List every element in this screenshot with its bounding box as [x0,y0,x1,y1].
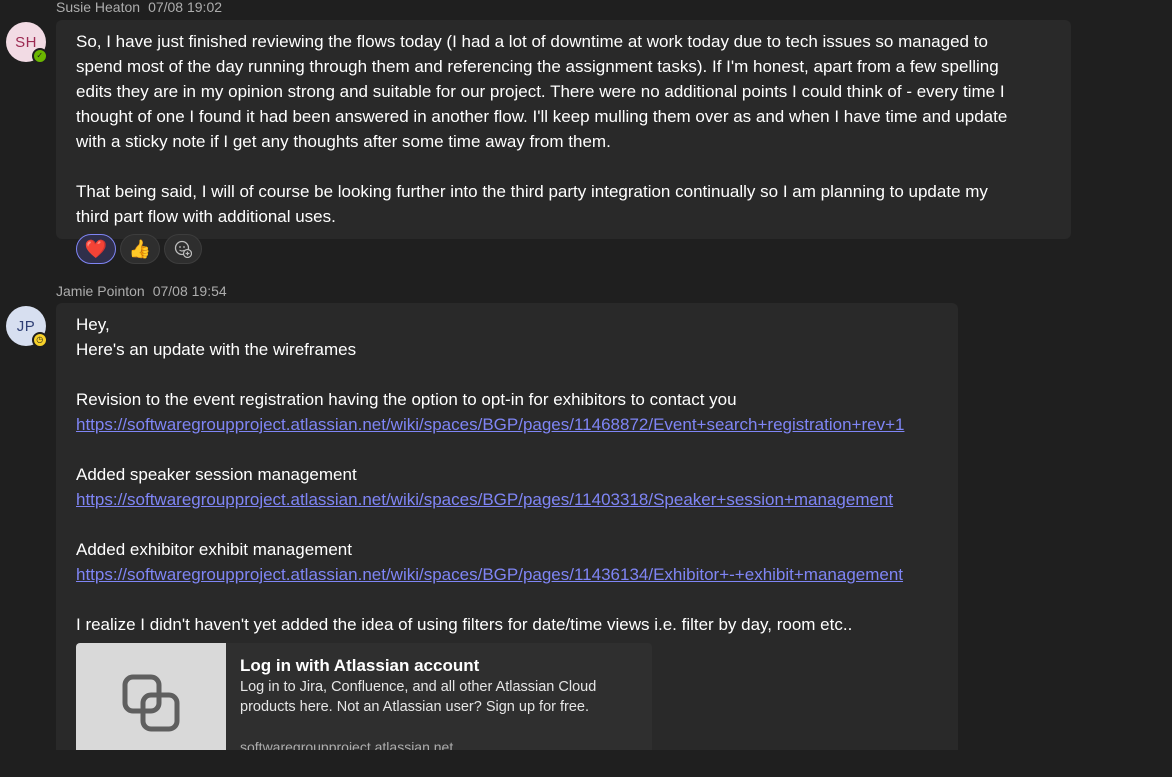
avatar-initials: JP [16,317,36,335]
link-preview-icon [122,674,180,732]
message-line: thought of one I found it had been answe… [76,107,1008,126]
thumbs-up-reaction-button[interactable]: 👍 [120,234,160,264]
heart-icon: ❤️ [84,238,108,259]
message-header: Jamie Pointon 07/08 19:54 [56,283,227,299]
author-name: Susie Heaton [56,0,141,15]
message-line: with a sticky note if I get any thoughts… [76,132,611,151]
message-bubble[interactable]: So, I have just finished reviewing the f… [56,20,1071,239]
link-preview-card[interactable]: Log in with Atlassian account Log in to … [76,643,652,763]
message-line: spend most of the day running through th… [76,57,999,76]
link-preview-description: Log in to Jira, Confluence, and all othe… [240,679,597,695]
message-line: Added speaker session management [76,465,357,484]
reactions-bar: ❤️ 👍 [76,234,202,264]
presence-away-icon: ◷ [32,332,48,348]
confluence-link-exhibitor[interactable]: https://softwaregroupproject.atlassian.n… [76,565,903,584]
message-line: Added exhibitor exhibit management [76,540,352,559]
confluence-link-event-registration[interactable]: https://softwaregroupproject.atlassian.n… [76,415,904,434]
confluence-link-speaker-session[interactable]: https://softwaregroupproject.atlassian.n… [76,490,893,509]
message-line: Here's an update with the wireframes [76,340,357,359]
avatar-initials: SH [15,33,37,51]
message-timestamp: 07/08 19:54 [152,283,227,299]
message-line: I realize I didn't haven't yet added the… [76,615,853,634]
message-header: Susie Heaton 07/08 19:02 [56,0,222,15]
link-preview-thumbnail [76,643,226,763]
viewport-bottom-edge [0,750,1172,777]
message-line: That being said, I will of course be loo… [76,182,988,201]
presence-available-icon: ✓ [32,48,48,64]
thumbs-up-icon: 👍 [128,238,152,259]
link-preview-description: products here. Not an Atlassian user? Si… [240,699,590,715]
add-reaction-icon [174,240,192,258]
avatar[interactable]: JP ◷ [6,306,48,348]
message-line: So, I have just finished reviewing the f… [76,32,988,51]
heart-reaction-button[interactable]: ❤️ [76,234,116,264]
message-bubble[interactable]: Hey, Here's an update with the wireframe… [56,303,958,777]
link-preview-body: Log in with Atlassian account Log in to … [226,643,610,763]
add-reaction-button[interactable] [164,234,202,264]
link-preview-title: Log in with Atlassian account [240,656,480,675]
chat-thread: Susie Heaton 07/08 19:02 SH ✓ So, I have … [0,0,1172,777]
message-line: third part flow with additional uses. [76,207,336,226]
message-timestamp: 07/08 19:02 [148,0,223,15]
message-line: Hey, [76,315,110,334]
message-line: edits they are in my opinion strong and … [76,82,1005,101]
author-name: Jamie Pointon [56,283,145,299]
avatar[interactable]: SH ✓ [6,22,48,64]
message-line: Revision to the event registration havin… [76,390,737,409]
